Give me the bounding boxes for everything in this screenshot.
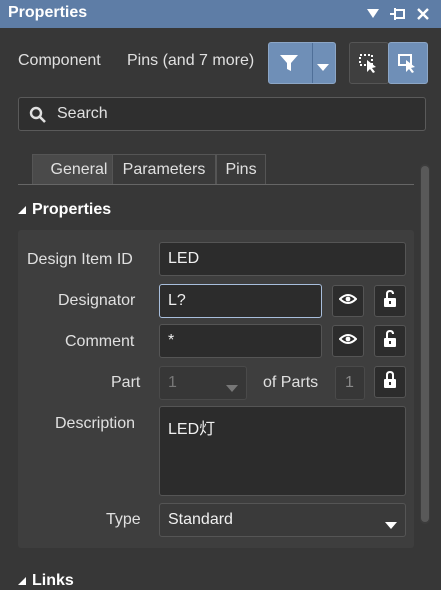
type-label: Type xyxy=(106,511,141,528)
unlock-icon xyxy=(383,289,397,313)
tab-general-label: General xyxy=(50,160,108,178)
tab-underline xyxy=(18,184,414,185)
links-section-title: Links xyxy=(32,572,74,589)
description-label: Description xyxy=(55,415,136,432)
unlock-icon xyxy=(383,329,397,353)
component-filter-label[interactable]: Component xyxy=(18,52,101,70)
tab-parameters[interactable]: Parameters xyxy=(112,154,216,184)
select-cursor-button[interactable] xyxy=(388,42,428,84)
comment-label: Comment xyxy=(65,333,135,350)
scrollbar[interactable] xyxy=(420,164,430,524)
comment-field[interactable]: * xyxy=(159,324,322,358)
chevron-down-icon xyxy=(385,517,397,535)
tab-pins[interactable]: Pins xyxy=(216,154,266,184)
tab-pins-label: Pins xyxy=(225,160,257,178)
chevron-down-icon xyxy=(317,59,329,77)
panel-titlebar: Properties xyxy=(0,0,441,28)
select-cursor-icon xyxy=(397,52,419,79)
pin-icon[interactable] xyxy=(389,4,407,24)
links-section-header[interactable]: Links xyxy=(18,572,74,590)
lock-icon xyxy=(383,370,397,394)
button-divider xyxy=(312,43,313,83)
designator-field[interactable]: L? xyxy=(159,284,322,318)
type-select[interactable]: Standard xyxy=(159,503,406,537)
comment-value: * xyxy=(168,332,175,349)
type-value: Standard xyxy=(168,511,233,528)
description-value: LED灯 xyxy=(168,421,216,438)
of-parts-value: 1 xyxy=(345,374,354,391)
filter-dropdown-button[interactable] xyxy=(268,42,336,84)
of-parts-label: of Parts xyxy=(263,374,319,391)
description-textarea[interactable]: LED灯 xyxy=(159,406,406,496)
select-lasso-button[interactable] xyxy=(349,42,389,84)
eye-icon xyxy=(338,292,358,310)
select-lasso-icon xyxy=(358,52,380,79)
design-item-id-label: Design Item ID xyxy=(27,251,133,268)
designator-lock-button[interactable] xyxy=(374,285,406,317)
designator-value: L? xyxy=(168,292,186,309)
part-lock-button[interactable] xyxy=(374,366,406,398)
part-value: 1 xyxy=(168,374,177,391)
part-select[interactable]: 1 xyxy=(159,366,247,400)
comment-visibility-button[interactable] xyxy=(332,325,364,357)
designator-visibility-button[interactable] xyxy=(332,285,364,317)
search-input[interactable]: Search xyxy=(18,97,426,131)
eye-icon xyxy=(338,332,358,350)
part-label: Part xyxy=(111,374,141,391)
search-icon xyxy=(29,106,47,129)
tab-parameters-label: Parameters xyxy=(122,160,206,178)
design-item-id-field[interactable]: LED xyxy=(159,242,406,276)
designator-label: Designator xyxy=(58,292,136,309)
funnel-icon xyxy=(278,52,300,79)
pins-filter-label[interactable]: Pins (and 7 more) xyxy=(127,52,254,70)
chevron-down-icon xyxy=(226,380,238,398)
collapse-triangle-icon xyxy=(18,572,26,590)
search-placeholder: Search xyxy=(57,105,108,122)
panel-title: Properties xyxy=(8,4,88,21)
close-icon[interactable] xyxy=(414,4,432,24)
panel-menu-icon[interactable] xyxy=(364,4,382,24)
comment-lock-button[interactable] xyxy=(374,325,406,357)
properties-section-title: Properties xyxy=(32,201,112,218)
scrollbar-thumb[interactable] xyxy=(421,166,429,522)
collapse-triangle-icon xyxy=(18,201,26,219)
of-parts-value-field: 1 xyxy=(335,366,365,400)
properties-section-header[interactable]: Properties xyxy=(18,201,111,219)
design-item-id-value: LED xyxy=(168,250,200,267)
